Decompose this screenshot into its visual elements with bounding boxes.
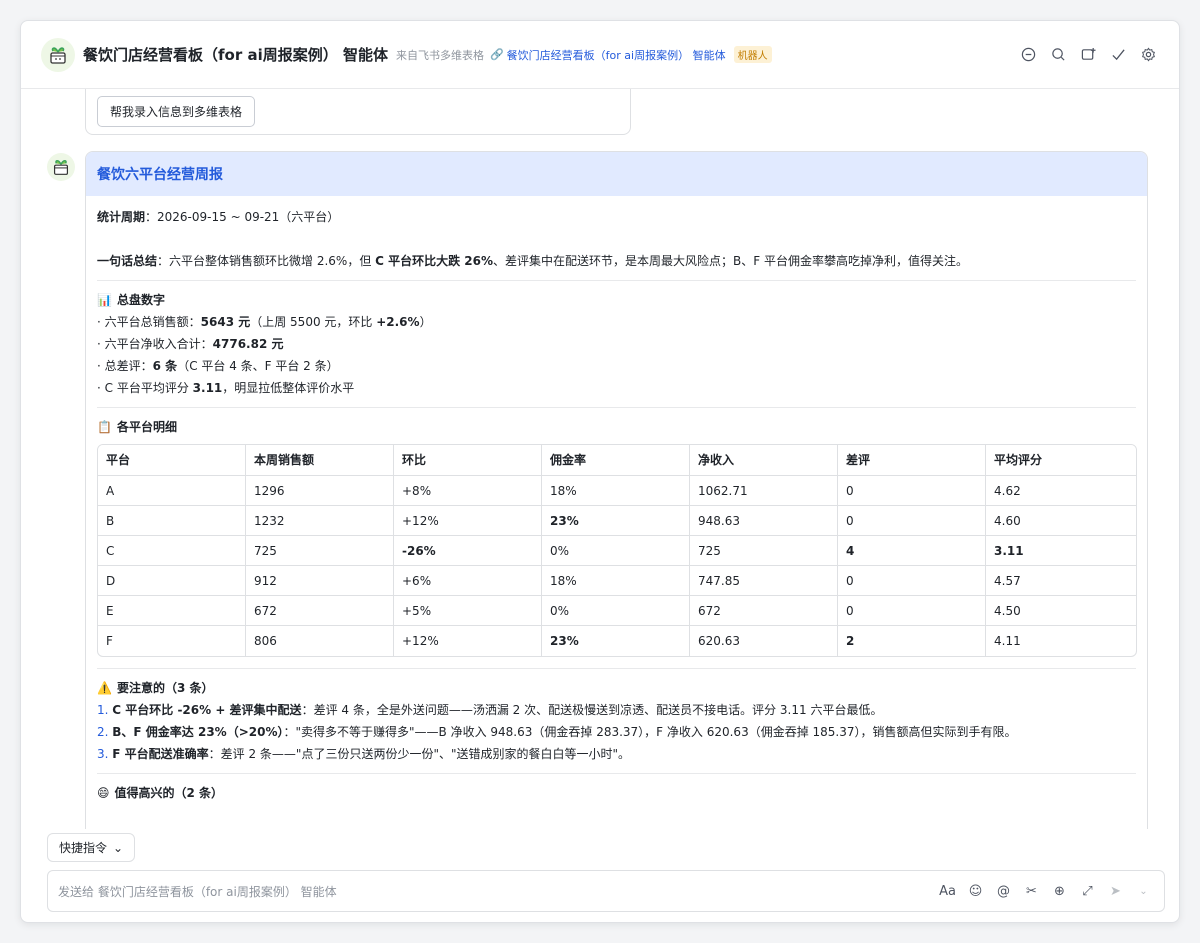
table-header: 佣金率 xyxy=(542,445,690,476)
warning-item: 2. B、F 佣金率达 23%（>20%）："卖得多不等于赚得多"——B 净收入… xyxy=(97,725,1017,739)
search-icon[interactable] xyxy=(1050,46,1067,63)
source-label: 来自飞书多维表格 xyxy=(395,48,484,62)
input-placeholder: 发送给 餐饮门店经营看板（for ai周报案例） 智能体 xyxy=(58,884,337,899)
warning-icon: ⚠️ xyxy=(97,681,112,695)
chat-window: 餐饮门店经营看板（for ai周报案例） 智能体 来自飞书多维表格 🔗 餐饮门店… xyxy=(20,20,1180,923)
summary-line: 一句话总结：六平台整体销售额环比微增 2.6%，但 C 平台环比大跌 26%、差… xyxy=(97,254,968,268)
chevron-down-icon: ⌄ xyxy=(113,840,124,855)
table-row: A 1296 +8% 18% 1062.71 0 4.62 xyxy=(98,476,1136,506)
report-card: 餐饮六平台经营周报 统计周期：2026-09-15 ~ 09-21（六平台） 一… xyxy=(85,151,1148,829)
plus-circle-icon[interactable]: ⊕ xyxy=(1051,883,1068,900)
overview-item: · 六平台净收入合计：4776.82 元 xyxy=(97,337,284,351)
report-title: 餐饮六平台经营周报 xyxy=(97,167,223,183)
mention-icon[interactable]: @ xyxy=(995,883,1012,900)
chat-title: 餐饮门店经营看板（for ai周报案例） 智能体 xyxy=(83,46,388,64)
table-header: 差评 xyxy=(838,445,986,476)
bar-chart-icon: 📊 xyxy=(97,293,112,307)
detail-title: 📋 各平台明细 xyxy=(97,416,1136,438)
table-header: 平台 xyxy=(98,445,246,476)
table-header: 本周销售额 xyxy=(246,445,394,476)
report-card-header: 餐饮六平台经营周报 xyxy=(86,152,1147,196)
table-row: D 912 +6% 18% 747.85 0 4.57 xyxy=(98,566,1136,596)
emoji-icon[interactable]: ☺ xyxy=(967,883,984,900)
chat-bubble-icon[interactable] xyxy=(1020,46,1037,63)
bot-badge: 机器人 xyxy=(733,46,772,63)
overview-item: · 六平台总销售额：5643 元（上周 5500 元，环比 +2.6%） xyxy=(97,315,432,329)
previous-message-card: 帮我录入信息到多维表格 xyxy=(85,89,631,135)
divider xyxy=(97,773,1136,774)
send-icon[interactable]: ➤ xyxy=(1107,883,1124,900)
send-options-icon[interactable]: ⌄ xyxy=(1135,883,1152,900)
bot-message-avatar[interactable] xyxy=(47,153,75,181)
table-header: 净收入 xyxy=(690,445,838,476)
table-row: E 672 +5% 0% 672 0 4.50 xyxy=(98,596,1136,626)
overview-item: · C 平台平均评分 3.11，明显拉低整体评价水平 xyxy=(97,381,355,395)
quick-commands-button[interactable]: 快捷指令 ⌄ xyxy=(47,833,136,862)
enter-info-button[interactable]: 帮我录入信息到多维表格 xyxy=(97,96,256,127)
font-icon[interactable]: Aa xyxy=(939,883,956,900)
message-input[interactable]: 发送给 餐饮门店经营看板（for ai周报案例） 智能体 Aa ☺ @ ✂ ⊕ … xyxy=(47,870,1165,912)
platform-table: 平台 本周销售额 环比 佣金率 净收入 差评 平均评分 A 1296 +8% 18% 1… xyxy=(97,444,1137,657)
smile-icon: 😄 xyxy=(97,786,110,800)
clipboard-icon: 📋 xyxy=(97,420,112,434)
divider xyxy=(97,407,1136,408)
period-line: 统计周期：2026-09-15 ~ 09-21（六平台） xyxy=(97,210,340,224)
source-link[interactable]: 🔗 餐饮门店经营看板（for ai周报案例） 智能体 xyxy=(490,47,726,63)
warning-item: 1. C 平台环比 -26% + 差评集中配送：差评 4 条，全是外送问题——汤… xyxy=(97,703,883,717)
overview-item: · 总差评：6 条（C 平台 4 条、F 平台 2 条） xyxy=(97,359,339,373)
warning-title: ⚠️ 要注意的（3 条） xyxy=(97,677,1136,699)
bot-avatar[interactable] xyxy=(41,37,75,72)
link-icon: 🔗 xyxy=(489,48,504,61)
table-row: B 1232 +12% 23% 948.63 0 4.60 xyxy=(98,506,1136,536)
chat-header: 餐饮门店经营看板（for ai周报案例） 智能体 来自飞书多维表格 🔗 餐饮门店… xyxy=(21,21,1179,89)
expand-icon[interactable]: ⤢ xyxy=(1079,883,1096,900)
table-row: F 806 +12% 23% 620.63 2 4.11 xyxy=(98,626,1136,656)
message-list[interactable]: 帮我录入信息到多维表格 餐饮六平台经营周报 统计周期：2026-09-15 ~ … xyxy=(21,89,1179,829)
table-header: 环比 xyxy=(394,445,542,476)
table-header: 平均评分 xyxy=(986,445,1136,476)
add-window-icon[interactable] xyxy=(1080,46,1097,63)
scissors-icon[interactable]: ✂ xyxy=(1023,883,1040,900)
happy-title: 😄 值得高兴的（2 条） xyxy=(97,782,1136,804)
gear-icon[interactable] xyxy=(1140,46,1157,63)
overview-title: 📊 总盘数字 xyxy=(97,289,1136,311)
divider xyxy=(97,668,1136,669)
warning-item: 3. F 平台配送准确率：差评 2 条——"点了三份只送两份少一份"、"送错成别… xyxy=(97,747,631,761)
divider xyxy=(97,280,1136,281)
table-row: C 725 -26% 0% 725 4 3.11 xyxy=(98,536,1136,566)
check-icon[interactable] xyxy=(1110,46,1127,63)
